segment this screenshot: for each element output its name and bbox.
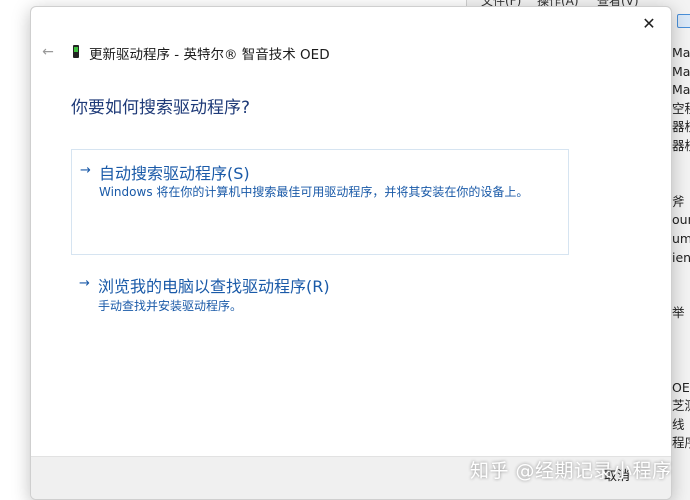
list-item[interactable]: [672, 323, 690, 342]
list-item[interactable]: um: [672, 230, 690, 249]
list-item[interactable]: 斧: [672, 193, 690, 212]
arrow-right-icon: →: [80, 163, 91, 178]
list-item[interactable]: 线: [672, 416, 690, 435]
option-title: 自动搜索驱动程序(S): [99, 164, 250, 183]
list-item[interactable]: [672, 342, 690, 361]
back-arrow-icon[interactable]: ←: [37, 41, 59, 63]
list-item[interactable]: Ma: [672, 81, 690, 100]
option-description: 手动查找并安装驱动程序。: [98, 299, 243, 313]
list-item[interactable]: Ma: [672, 63, 690, 82]
list-item[interactable]: 程序: [672, 434, 690, 453]
list-item[interactable]: OED: [672, 379, 690, 398]
toolbar-view-icon[interactable]: [677, 14, 690, 28]
arrow-right-icon: →: [79, 276, 90, 291]
watermark-text: 知乎 @经期记录小程序: [470, 460, 672, 482]
list-item[interactable]: [672, 156, 690, 175]
dialog-title: 更新驱动程序 - 英特尔® 智音技术 OED: [89, 47, 330, 63]
list-item[interactable]: 芝测: [672, 397, 690, 416]
list-item[interactable]: Ma: [672, 44, 690, 63]
list-item[interactable]: [672, 286, 690, 305]
background-device-list: Ma Ma Ma 空程 器校 器校 斧 ound um ient 举 OED 芝…: [672, 44, 690, 500]
list-item[interactable]: 器校: [672, 137, 690, 156]
list-item[interactable]: 空程: [672, 100, 690, 119]
list-item[interactable]: ound: [672, 211, 690, 230]
page-heading: 你要如何搜索驱动程序?: [71, 98, 251, 118]
dialog-header: ← 更新驱动程序 - 英特尔® 智音技术 OED: [31, 39, 671, 69]
auto-search-option[interactable]: → 自动搜索驱动程序(S) Windows 将在你的计算机中搜索最佳可用驱动程序…: [71, 149, 569, 255]
list-item[interactable]: ient: [672, 249, 690, 268]
option-description: Windows 将在你的计算机中搜索最佳可用驱动程序，并将其安装在你的设备上。: [99, 185, 529, 199]
list-item[interactable]: 器校: [672, 118, 690, 137]
browse-computer-option[interactable]: → 浏览我的电脑以查找驱动程序(R) 手动查找并安装驱动程序。: [71, 269, 567, 325]
close-icon[interactable]: ✕: [633, 11, 665, 37]
list-item[interactable]: 举: [672, 304, 690, 323]
update-driver-dialog: ✕ ← 更新驱动程序 - 英特尔® 智音技术 OED 你要如何搜索驱动程序? →…: [30, 6, 672, 500]
option-title: 浏览我的电脑以查找驱动程序(R): [98, 277, 330, 296]
list-item[interactable]: [672, 267, 690, 286]
list-item[interactable]: [672, 360, 690, 379]
list-item[interactable]: [672, 174, 690, 193]
device-icon: [73, 45, 79, 58]
